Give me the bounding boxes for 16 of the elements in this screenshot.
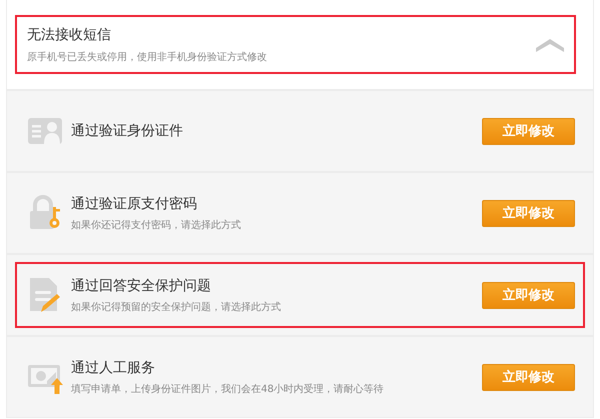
- lock-key-icon: [27, 195, 63, 231]
- option-title: 通过人工服务: [71, 358, 156, 376]
- option-description: 如果你记得预留的安全保护问题，请选择此方式: [71, 300, 282, 314]
- option-description: 如果你还记得支付密码，请选择此方式: [71, 218, 242, 232]
- modify-button[interactable]: 立即修改: [482, 200, 575, 226]
- option-description: 填写申请单，上传身份证件图片，我们会在48小时内受理，请耐心等待: [71, 382, 385, 396]
- modify-button[interactable]: 立即修改: [482, 118, 575, 144]
- option-title: 通过回答安全保护问题: [71, 276, 212, 294]
- option-title: 通过验证原支付密码: [71, 194, 198, 212]
- section-subtitle: 原手机号已丢失或停用，使用非手机身份验证方式修改: [27, 50, 268, 64]
- modify-button[interactable]: 立即修改: [482, 282, 575, 308]
- modify-button[interactable]: 立即修改: [482, 364, 575, 390]
- option-title: 通过验证身份证件: [71, 122, 184, 140]
- collapse-chevron-icon[interactable]: [536, 38, 564, 52]
- section-title: 无法接收短信: [27, 26, 112, 44]
- document-pencil-icon: [27, 277, 63, 313]
